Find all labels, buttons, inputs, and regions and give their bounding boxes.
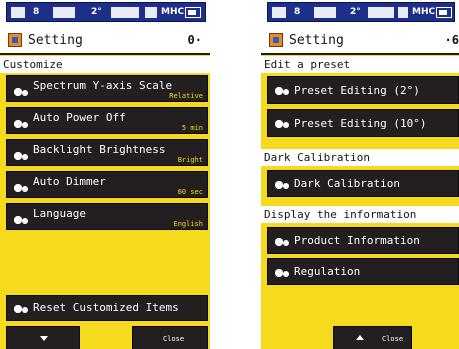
gear-icon xyxy=(275,86,291,96)
gear-icon xyxy=(275,180,291,190)
menu-item-label: Product Information xyxy=(294,234,420,247)
menu-item-value: 60 sec xyxy=(177,188,203,196)
menu-item-language[interactable]: Language English xyxy=(6,203,208,230)
section-header-dark-calibration: Dark Calibration xyxy=(261,149,459,166)
menu-item-label: Language xyxy=(33,207,86,220)
status-bar: 8 2° MHC xyxy=(0,0,210,27)
gear-icon xyxy=(14,304,30,314)
page-indicator: ·6 xyxy=(444,33,459,47)
status-block xyxy=(314,7,336,18)
menu-item-spectrum-y-axis-scale[interactable]: Spectrum Y-axis Scale Relative xyxy=(6,75,208,102)
button-label: Reset Customized Items xyxy=(33,301,179,314)
screen-header: Setting 0· xyxy=(0,27,210,55)
status-block xyxy=(272,7,286,18)
status-block xyxy=(368,7,394,18)
battery-icon xyxy=(436,7,452,18)
close-button-label: Close xyxy=(163,335,185,343)
status-strip: 8 2° MHC xyxy=(6,2,206,22)
menu-item-value: English xyxy=(173,220,203,228)
status-text: MHC xyxy=(412,7,436,17)
arrow-down-icon xyxy=(40,336,48,341)
status-block xyxy=(145,7,157,18)
gear-icon xyxy=(275,268,291,278)
status-block xyxy=(398,7,408,18)
menu-item-auto-dimmer[interactable]: Auto Dimmer 60 sec xyxy=(6,171,208,198)
gear-icon xyxy=(14,87,30,97)
settings-screen-customize: 8 2° MHC Setting 0· Customize Spectrum Y… xyxy=(0,0,210,349)
scroll-down-button[interactable] xyxy=(6,326,80,349)
menu-item-value: 5 min xyxy=(181,124,203,132)
menu-item-label: Backlight Brightness xyxy=(33,143,166,156)
menu-item-label: Preset Editing (2°) xyxy=(294,84,420,97)
page-indicator: 0· xyxy=(187,33,202,47)
settings-screen-preset: 8 2° MHC Setting ·6 Edit a preset Preset… xyxy=(261,0,459,349)
battery-icon xyxy=(185,7,201,18)
menu-item-label: Dark Calibration xyxy=(294,177,400,190)
menu-item-backlight-brightness[interactable]: Backlight Brightness Bright xyxy=(6,139,208,166)
status-text: MHC xyxy=(161,7,185,17)
gear-icon xyxy=(275,237,291,247)
screen-title: Setting xyxy=(289,33,344,48)
arrow-up-icon xyxy=(356,335,364,340)
menu-item-dark-calibration[interactable]: Dark Calibration xyxy=(267,170,459,197)
menu-item-preset-editing-10[interactable]: Preset Editing (10°) xyxy=(267,109,459,137)
setting-icon xyxy=(269,33,283,47)
menu-item-label: Regulation xyxy=(294,265,361,278)
menu-item-product-information[interactable]: Product Information xyxy=(267,227,459,254)
scroll-up-button[interactable]: Close xyxy=(333,326,412,349)
menu-item-label: Spectrum Y-axis Scale xyxy=(33,79,173,92)
screen-header: Setting ·6 xyxy=(261,27,459,55)
reset-customized-items-button[interactable]: Reset Customized Items xyxy=(6,295,208,321)
status-text: 2° xyxy=(91,7,102,17)
status-strip: 8 2° MHC xyxy=(267,2,455,22)
close-button-label: Close xyxy=(382,335,404,343)
menu-item-label: Preset Editing (10°) xyxy=(294,117,427,130)
menu-item-value: Relative xyxy=(169,92,203,100)
menu-item-label: Auto Dimmer xyxy=(33,175,106,188)
menu-item-value: Bright xyxy=(177,156,203,164)
status-bar: 8 2° MHC xyxy=(261,0,459,27)
close-button[interactable]: Close xyxy=(132,326,208,349)
status-block xyxy=(111,7,139,18)
gear-icon xyxy=(275,119,291,129)
menu-item-regulation[interactable]: Regulation xyxy=(267,258,459,285)
menu-item-preset-editing-2[interactable]: Preset Editing (2°) xyxy=(267,76,459,104)
setting-icon xyxy=(8,33,22,47)
screen-title: Setting xyxy=(28,33,83,48)
gear-icon xyxy=(14,215,30,225)
gear-icon xyxy=(14,183,30,193)
gear-icon xyxy=(14,151,30,161)
gear-icon xyxy=(14,119,30,129)
section-header-edit-preset: Edit a preset xyxy=(261,56,459,73)
status-block xyxy=(53,7,75,18)
menu-item-label: Auto Power Off xyxy=(33,111,126,124)
status-text: 8 xyxy=(33,7,40,17)
status-text: 2° xyxy=(350,7,361,17)
menu-item-auto-power-off[interactable]: Auto Power Off 5 min xyxy=(6,107,208,134)
status-text: 8 xyxy=(294,7,301,17)
section-header-customize: Customize xyxy=(0,56,210,73)
section-header-display-information: Display the information xyxy=(261,206,459,223)
status-block xyxy=(11,7,25,18)
